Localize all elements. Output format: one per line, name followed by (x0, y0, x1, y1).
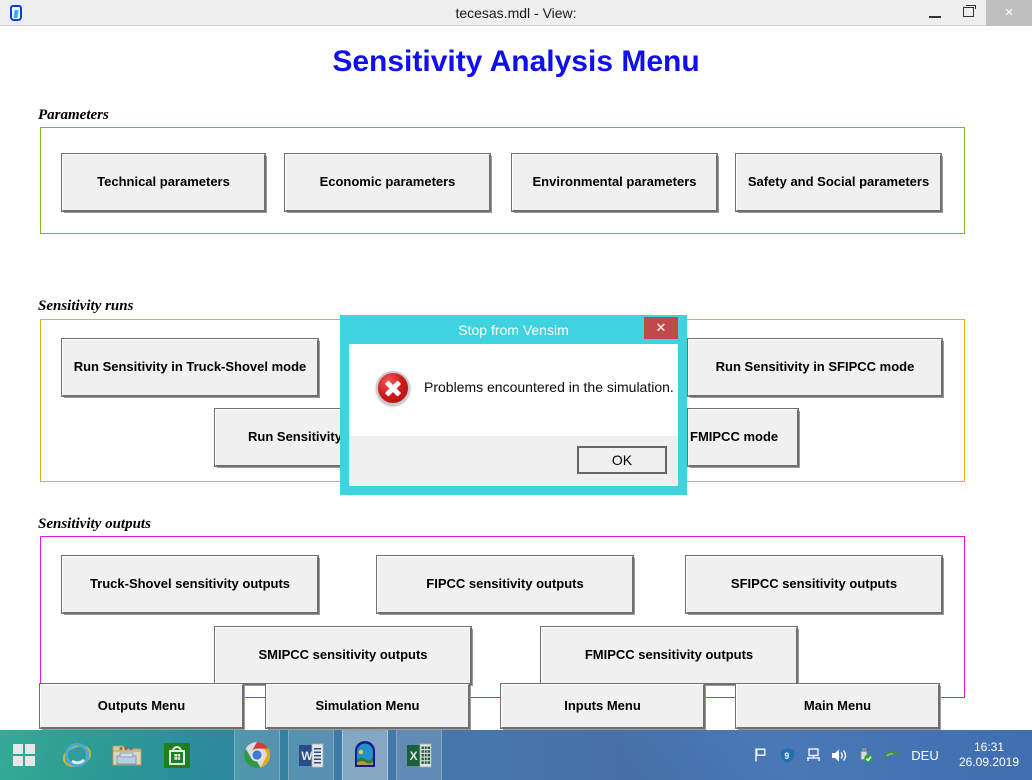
button-technical-parameters[interactable]: Technical parameters (61, 153, 266, 212)
dialog-body: Problems encountered in the simulation. (349, 344, 678, 436)
windows-taskbar: e W X 9 DEU 16:31 26.09.2019 (0, 730, 1032, 780)
close-button[interactable]: × (986, 0, 1032, 26)
button-fmipcc-sensitivity-outputs[interactable]: FMIPCC sensitivity outputs (540, 626, 798, 685)
svg-text:9: 9 (784, 751, 789, 761)
nvidia-icon[interactable] (878, 730, 904, 780)
button-run-sensitivity-sfipcc[interactable]: Run Sensitivity in SFIPCC mode (687, 338, 943, 397)
google-chrome-icon (243, 742, 271, 769)
minimize-icon (929, 16, 941, 18)
file-explorer-icon (112, 745, 142, 766)
maximize-button[interactable] (952, 0, 986, 26)
taskbar-internet-explorer[interactable]: e (54, 730, 100, 780)
clock-time: 16:31 (973, 740, 1005, 754)
svg-text:e: e (75, 746, 83, 765)
dialog-footer: OK (349, 436, 678, 486)
start-button[interactable] (0, 730, 48, 780)
vensim-icon (355, 741, 375, 767)
button-environmental-parameters[interactable]: Environmental parameters (511, 153, 718, 212)
security-shield-icon[interactable]: 9 (774, 730, 800, 780)
taskbar-microsoft-word[interactable]: W (288, 730, 334, 780)
taskbar-windows-store[interactable] (154, 730, 200, 780)
group-label-sensitivity-outputs: Sensitivity outputs (38, 516, 151, 532)
windows-store-icon (164, 743, 190, 768)
window-title: tecesas.mdl - View: (455, 5, 577, 21)
desktop-root: tecesas.mdl - View: × Sensitivity Analys… (0, 0, 1032, 780)
button-smipcc-sensitivity-outputs[interactable]: SMIPCC sensitivity outputs (214, 626, 472, 685)
clock[interactable]: 16:31 26.09.2019 (946, 730, 1032, 780)
taskbar-google-chrome[interactable] (234, 730, 280, 780)
safely-remove-hardware-icon[interactable] (852, 730, 878, 780)
button-run-sensitivity-fmipcc[interactable]: FMIPCC mode (687, 408, 799, 467)
dialog-close-button[interactable]: ✕ (644, 317, 678, 339)
button-safety-and-social-parameters[interactable]: Safety and Social parameters (735, 153, 942, 212)
vensim-view-canvas: Sensitivity Analysis Menu Parameters Tec… (0, 27, 1032, 730)
button-inputs-menu[interactable]: Inputs Menu (500, 683, 705, 729)
volume-icon[interactable] (826, 730, 852, 780)
show-hidden-icons-icon[interactable] (748, 730, 774, 780)
dialog-message: Problems encountered in the simulation. (424, 379, 674, 395)
taskbar-microsoft-excel[interactable]: X (396, 730, 442, 780)
taskbar-file-explorer[interactable] (104, 730, 150, 780)
button-economic-parameters[interactable]: Economic parameters (284, 153, 491, 212)
button-fipcc-sensitivity-outputs[interactable]: FIPCC sensitivity outputs (376, 555, 634, 614)
microsoft-excel-icon: X (407, 743, 432, 768)
window-controls: × (918, 0, 1032, 26)
dialog-titlebar: Stop from Vensim ✕ (341, 316, 686, 344)
svg-text:X: X (410, 749, 418, 763)
dialog-title: Stop from Vensim (458, 322, 569, 338)
dialog-ok-button[interactable]: OK (577, 446, 667, 474)
network-icon[interactable] (800, 730, 826, 780)
internet-explorer-icon: e (62, 742, 92, 768)
error-icon (376, 371, 410, 405)
button-run-sensitivity-truck-shovel[interactable]: Run Sensitivity in Truck-Shovel mode (61, 338, 319, 397)
page-title: Sensitivity Analysis Menu (332, 45, 700, 78)
button-simulation-menu[interactable]: Simulation Menu (265, 683, 470, 729)
minimize-button[interactable] (918, 0, 952, 26)
maximize-icon (963, 5, 976, 17)
button-main-menu[interactable]: Main Menu (735, 683, 940, 729)
button-outputs-menu[interactable]: Outputs Menu (39, 683, 244, 729)
window-titlebar: tecesas.mdl - View: × (0, 0, 1032, 26)
button-sfipcc-sensitivity-outputs[interactable]: SFIPCC sensitivity outputs (685, 555, 943, 614)
stop-from-vensim-dialog: Stop from Vensim ✕ Problems encountered … (341, 316, 686, 494)
button-truck-shovel-sensitivity-outputs[interactable]: Truck-Shovel sensitivity outputs (61, 555, 319, 614)
group-label-sensitivity-runs: Sensitivity runs (38, 298, 134, 314)
group-label-parameters: Parameters (38, 107, 109, 123)
taskbar-vensim[interactable] (342, 730, 388, 780)
close-icon: × (1004, 4, 1014, 21)
system-tray: 9 DEU 16:31 26.09.2019 (748, 730, 1032, 780)
microsoft-word-icon: W (299, 743, 324, 768)
svg-text:W: W (301, 749, 313, 763)
windows-start-icon (13, 744, 35, 766)
clock-date: 26.09.2019 (958, 755, 1020, 769)
language-indicator[interactable]: DEU (904, 730, 946, 780)
